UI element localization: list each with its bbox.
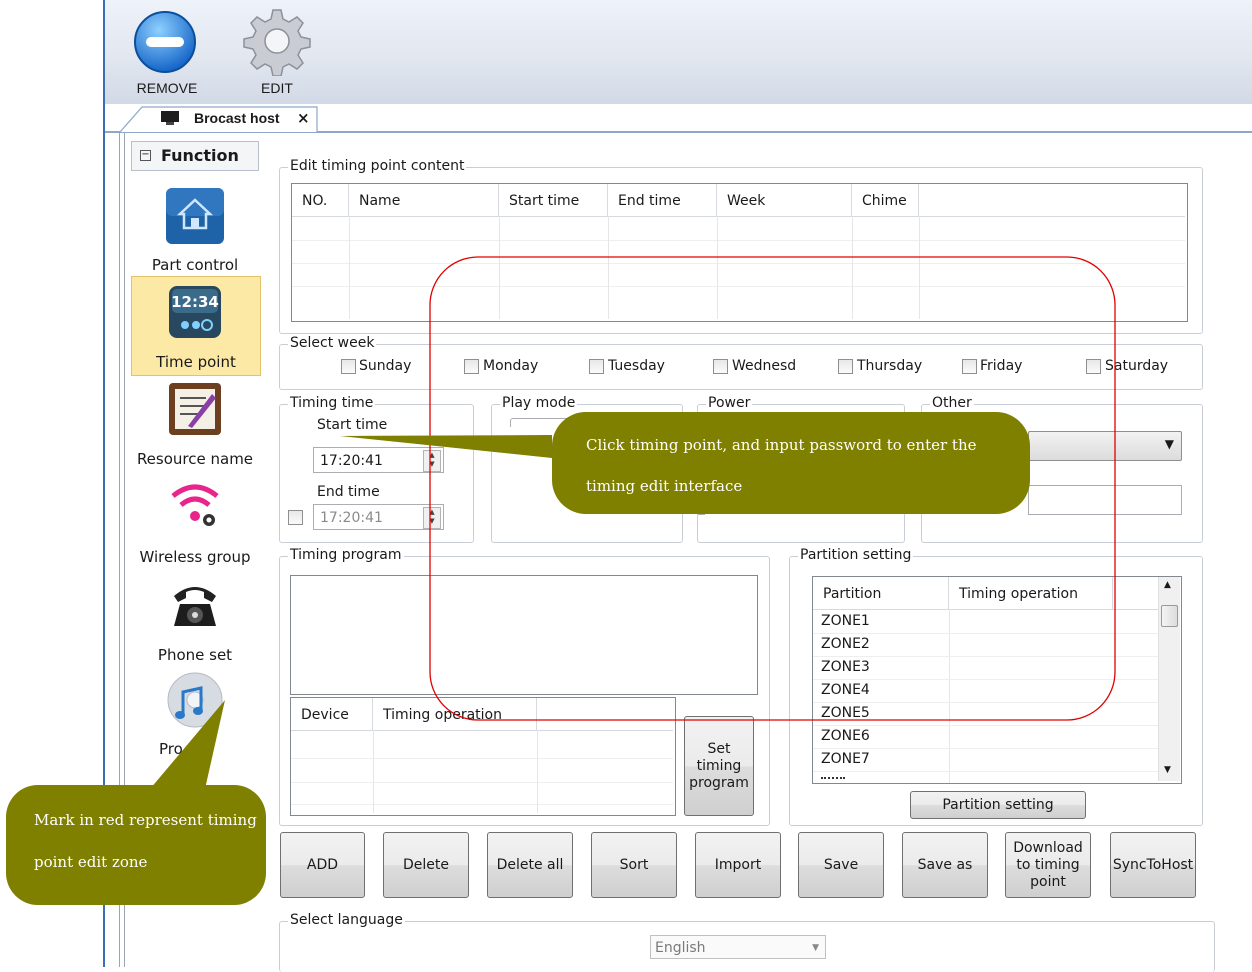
top-callout-text: Click timing point, and input password t… (586, 436, 977, 495)
bottom-callout-text: Mark in red represent timing point edit … (34, 811, 257, 871)
